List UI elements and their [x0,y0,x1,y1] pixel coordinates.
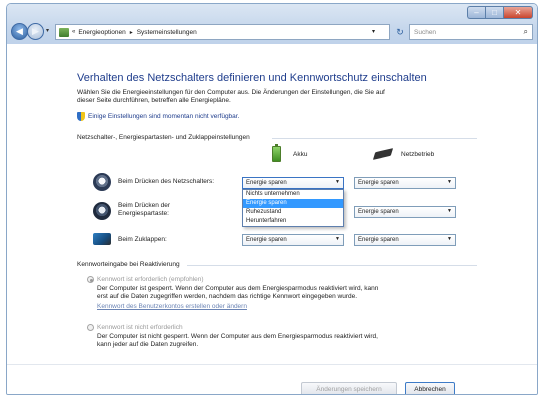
minimize-button[interactable]: – [467,6,485,19]
password-not-required-description: Der Computer ist nicht gesperrt. Wenn de… [97,333,442,349]
password-required-desc-line-1: Der Computer ist gesperrt. Wenn der Comp… [97,285,379,292]
breadcrumb-systemeinstellungen[interactable]: Systemeinstellungen [137,29,197,36]
ac-column-header: Netzbetrieb [372,148,435,160]
password-not-required-radio[interactable] [87,324,94,331]
section-divider [187,265,477,266]
select-value: Energie sparen [358,237,399,243]
address-bar[interactable]: « Energieoptionen ▸ Systemeinstellungen … [55,24,390,40]
password-required-description: Der Computer ist gesperrt. Wenn der Comp… [97,285,442,301]
footer-divider [7,364,537,365]
power-section-header: Netzschalter-, Energiespartasten- und Zu… [77,134,477,141]
dropdown-option-nothing[interactable]: Nichts unternehmen [243,190,343,199]
unavailable-settings-link[interactable]: Einige Einstellungen sind momentan nicht… [77,112,239,121]
refresh-icon: ↻ [396,26,404,37]
password-not-required-desc-line-1: Der Computer ist nicht gesperrt. Wenn de… [97,333,378,340]
power-button-label: Beim Drücken des Netzschalters: [118,178,215,185]
address-chevron-icon[interactable]: « [72,29,75,35]
chevron-down-icon: ▼ [447,208,452,214]
page-intro: Wählen Sie die Energieeinstellungen für … [77,89,467,105]
lid-battery-select[interactable]: Energie sparen ▼ [242,234,344,246]
intro-line-2: dieser Seite durchführen, betreffen alle… [77,97,231,104]
control-panel-window: – □ ✕ ◀ ▶ ▾ « Energieoptionen ▸ Systemei… [6,3,538,395]
search-placeholder: Suchen [414,28,437,36]
recent-pages-dropdown[interactable]: ▾ [46,27,49,34]
navigation-bar: ◀ ▶ ▾ « Energieoptionen ▸ Systemeinstell… [11,23,533,41]
battery-column-header: Akku [272,144,308,162]
breadcrumb-energieoptionen[interactable]: Energieoptionen [78,29,125,36]
password-not-required-desc-line-2: kann jeder auf die Daten zugreifen. [97,341,199,348]
sleep-button-ac-select[interactable]: Energie sparen ▼ [354,206,456,218]
password-required-radio[interactable] [87,276,94,283]
caption-buttons: – □ ✕ [467,6,533,19]
dropdown-option-shutdown[interactable]: Herunterfahren [243,217,343,226]
power-button-battery-select[interactable]: Energie sparen ▼ [242,177,344,189]
battery-icon [272,144,281,162]
password-section-heading: Kennworteingabe bei Reaktivierung [77,261,180,268]
page-title: Verhalten des Netzschalters definieren u… [77,72,427,84]
password-required-desc-line-2: erst auf die Daten zugegriffen werden, n… [97,293,358,300]
intro-line-1: Wählen Sie die Energieeinstellungen für … [77,89,385,96]
lid-close-label: Beim Zuklappen: [118,236,167,243]
back-button[interactable]: ◀ [11,23,28,40]
power-button-icon [93,173,111,191]
chevron-down-icon: ▼ [335,236,340,242]
power-button-ac-select[interactable]: Energie sparen ▼ [354,177,456,189]
maximize-button[interactable]: □ [485,6,503,19]
select-value: Energie sparen [358,209,399,215]
unavailable-settings-label[interactable]: Einige Einstellungen sind momentan nicht… [88,113,239,120]
forward-arrow-icon: ▶ [32,26,39,36]
dropdown-option-hibernate[interactable]: Ruhezustand [243,208,343,217]
change-account-password-link[interactable]: Kennwort des Benutzerkontos erstellen od… [97,303,247,310]
address-dropdown-icon[interactable]: ▾ [372,28,375,35]
lid-ac-select[interactable]: Energie sparen ▼ [354,234,456,246]
chevron-down-icon: ▼ [447,236,452,242]
laptop-lid-icon [93,233,111,245]
password-section-header: Kennworteingabe bei Reaktivierung [77,261,477,268]
control-panel-icon [59,27,69,37]
sleep-button-label: Beim Drücken der Energiespartaste: [118,202,170,218]
battery-column-label: Akku [293,150,308,158]
breadcrumb-separator: ▸ [129,29,133,36]
save-changes-button[interactable]: Änderungen speichern [301,382,397,394]
sleep-button-icon [93,202,111,220]
select-value: Energie sparen [246,180,287,186]
refresh-button[interactable]: ↻ [392,24,408,40]
password-required-label: Kennwort ist erforderlich (empfohlen) [97,276,204,283]
search-icon[interactable]: ⌕ [524,27,528,37]
cancel-button[interactable]: Abbrechen [405,382,455,394]
password-not-required-label: Kennwort ist nicht erforderlich [97,324,183,331]
section-divider [272,138,477,139]
ac-column-label: Netzbetrieb [401,150,435,158]
dropdown-option-sleep[interactable]: Energie sparen [243,199,343,208]
select-value: Energie sparen [358,180,399,186]
chevron-down-icon: ▼ [335,179,340,185]
back-arrow-icon: ◀ [16,26,23,36]
power-section-heading: Netzschalter-, Energiespartasten- und Zu… [77,134,250,141]
chevron-down-icon: ▼ [447,179,452,185]
password-not-required-option[interactable]: Kennwort ist nicht erforderlich [87,324,183,331]
sleep-button-label-line-2: Energiespartaste: [118,210,169,217]
select-value: Energie sparen [246,237,287,243]
forward-button[interactable]: ▶ [27,23,44,40]
window-chrome: – □ ✕ ◀ ▶ ▾ « Energieoptionen ▸ Systemei… [7,4,537,44]
close-button[interactable]: ✕ [503,6,533,19]
power-plug-icon [372,148,394,160]
settings-content: Verhalten des Netzschalters definieren u… [7,44,537,394]
uac-shield-icon [77,112,85,121]
power-action-dropdown-list: Nichts unternehmen Energie sparen Ruhezu… [242,189,344,227]
search-input[interactable]: Suchen ⌕ [409,24,533,40]
sleep-button-label-line-1: Beim Drücken der [118,202,171,209]
password-required-option[interactable]: Kennwort ist erforderlich (empfohlen) [87,276,204,283]
